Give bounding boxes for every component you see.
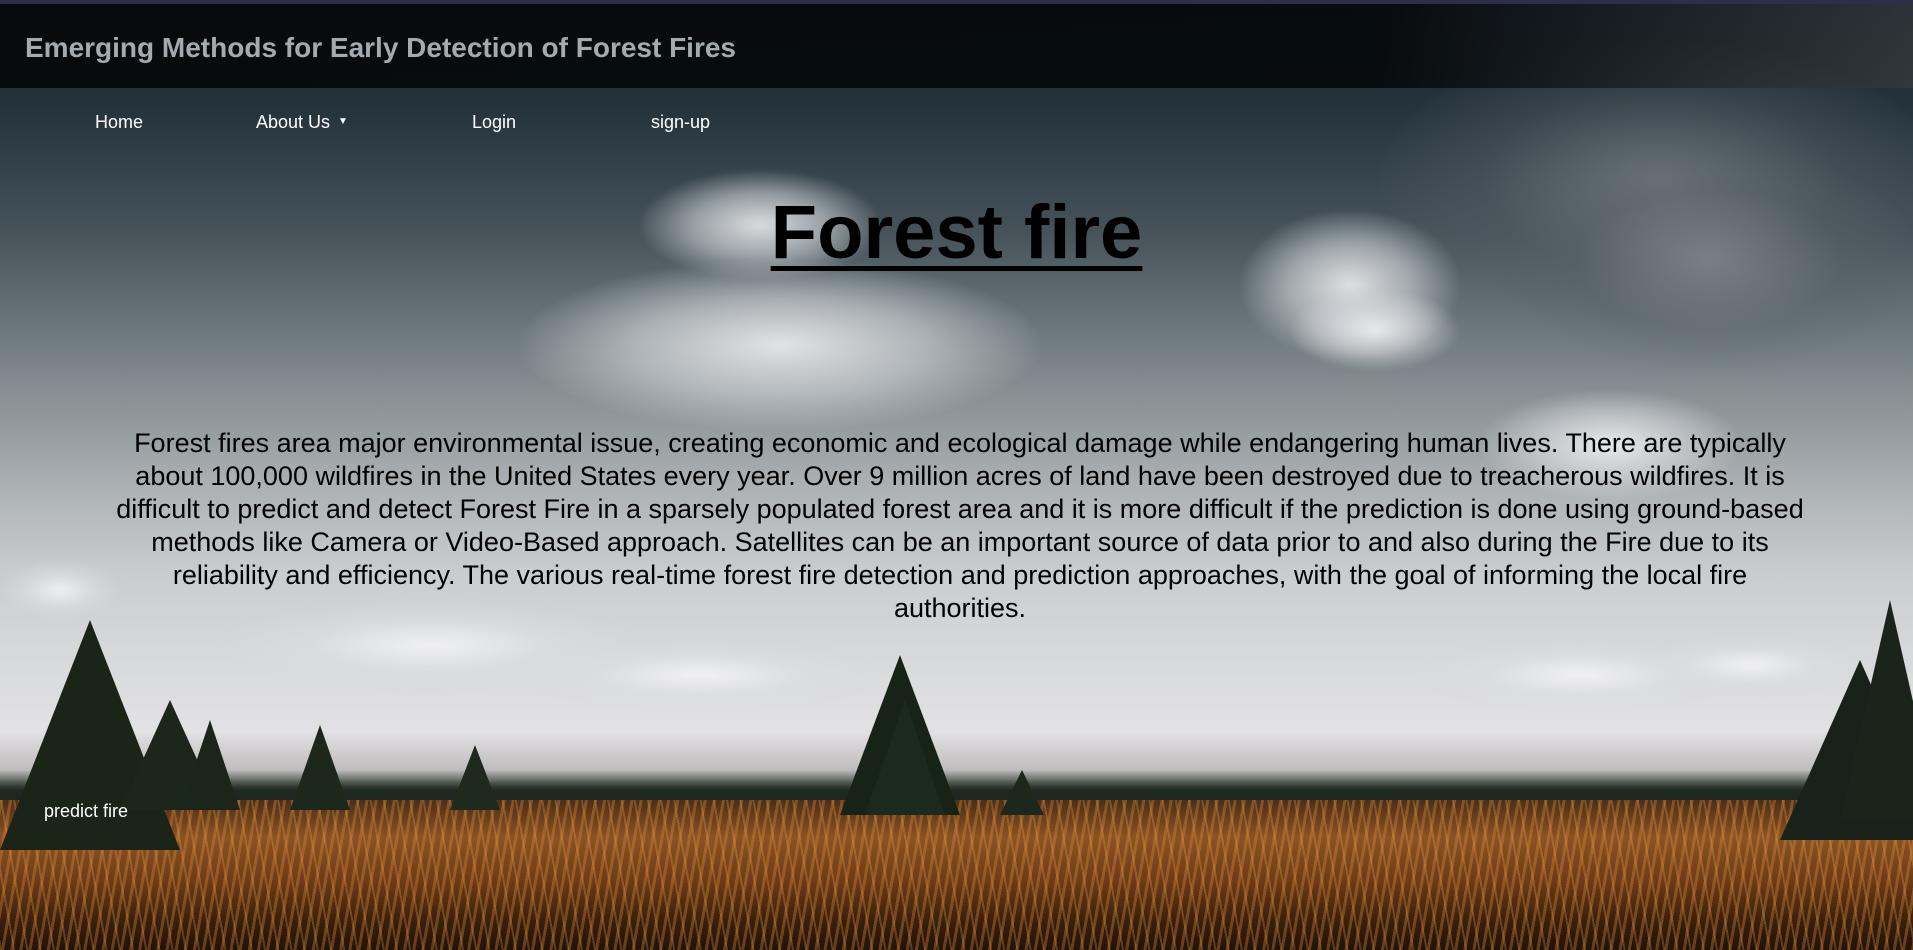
nav-about-label: About Us [256, 112, 331, 132]
caret-down-icon: ▼ [338, 115, 348, 127]
nav-about-dropdown[interactable]: About Us ▼ [256, 112, 348, 133]
page-title: Forest fire [770, 190, 1143, 275]
intro-paragraph: Forest fires area major environmental is… [116, 428, 1804, 623]
nav-signup-link[interactable]: sign-up [651, 112, 710, 133]
nav-home-link[interactable]: Home [95, 112, 143, 133]
site-header: Emerging Methods for Early Detection of … [0, 0, 1913, 88]
site-title: Emerging Methods for Early Detection of … [25, 32, 737, 63]
main-nav: Home About Us ▼ Login sign-up [0, 112, 900, 142]
nav-login-link[interactable]: Login [472, 112, 516, 133]
predict-fire-link[interactable]: predict fire [44, 801, 128, 822]
